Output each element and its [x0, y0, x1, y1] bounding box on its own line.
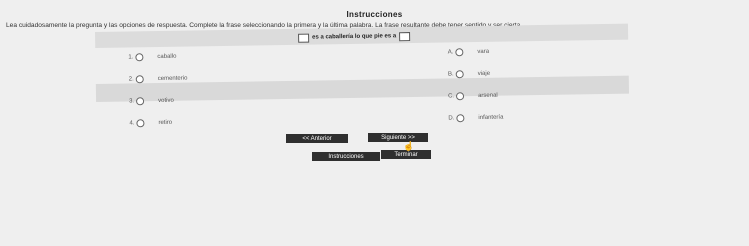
- last-word-blank: [399, 31, 411, 41]
- right-option-letter: D.: [448, 115, 455, 122]
- right-option-a[interactable]: A. vara: [443, 48, 489, 57]
- left-option-label: votivo: [158, 97, 174, 105]
- left-option-label: cementerio: [157, 75, 188, 83]
- first-word-blank: [298, 33, 310, 43]
- hand-cursor-icon: ☝: [403, 141, 415, 151]
- left-option-1[interactable]: 1. caballo: [123, 53, 176, 62]
- left-option-number: 1.: [128, 54, 134, 61]
- radio-button[interactable]: [135, 75, 144, 84]
- radio-button[interactable]: [455, 92, 465, 101]
- right-option-c[interactable]: C. arsenal: [444, 92, 498, 101]
- question-stem: es a caballería lo que pie es a: [295, 30, 413, 44]
- right-option-letter: C.: [448, 93, 455, 100]
- left-option-label: caballo: [157, 53, 177, 61]
- page-title: Instrucciones: [346, 10, 403, 19]
- radio-button[interactable]: [135, 53, 144, 62]
- radio-button[interactable]: [136, 119, 145, 128]
- previous-button[interactable]: << Anterior: [286, 134, 348, 143]
- right-option-d[interactable]: D. infantería: [444, 114, 503, 123]
- right-option-b[interactable]: B. viaje: [444, 70, 490, 79]
- right-option-letter: B.: [447, 71, 454, 78]
- left-option-label: retiro: [158, 119, 173, 127]
- left-option-3[interactable]: 3. votivo: [124, 97, 174, 106]
- left-option-2[interactable]: 2. cementerio: [124, 75, 188, 84]
- right-option-label: infantería: [478, 114, 504, 121]
- radio-button[interactable]: [456, 114, 465, 123]
- left-option-number: 4.: [129, 120, 135, 127]
- instructions-button[interactable]: Instrucciones: [312, 152, 380, 161]
- question-panel: es a caballería lo que pie es a 1. cabal…: [95, 23, 630, 137]
- left-option-number: 3.: [129, 98, 135, 105]
- right-option-label: viaje: [477, 70, 491, 77]
- left-option-number: 2.: [128, 76, 134, 83]
- right-option-letter: A.: [447, 49, 454, 56]
- right-option-label: arsenal: [478, 92, 498, 99]
- left-option-4[interactable]: 4. retiro: [124, 119, 172, 128]
- next-button[interactable]: Siguiente >>: [368, 133, 428, 142]
- radio-button[interactable]: [455, 48, 464, 57]
- radio-button[interactable]: [455, 70, 464, 79]
- right-option-label: vara: [477, 48, 490, 55]
- question-stem-text: es a caballería lo que pie es a: [312, 33, 397, 41]
- radio-button[interactable]: [136, 97, 145, 106]
